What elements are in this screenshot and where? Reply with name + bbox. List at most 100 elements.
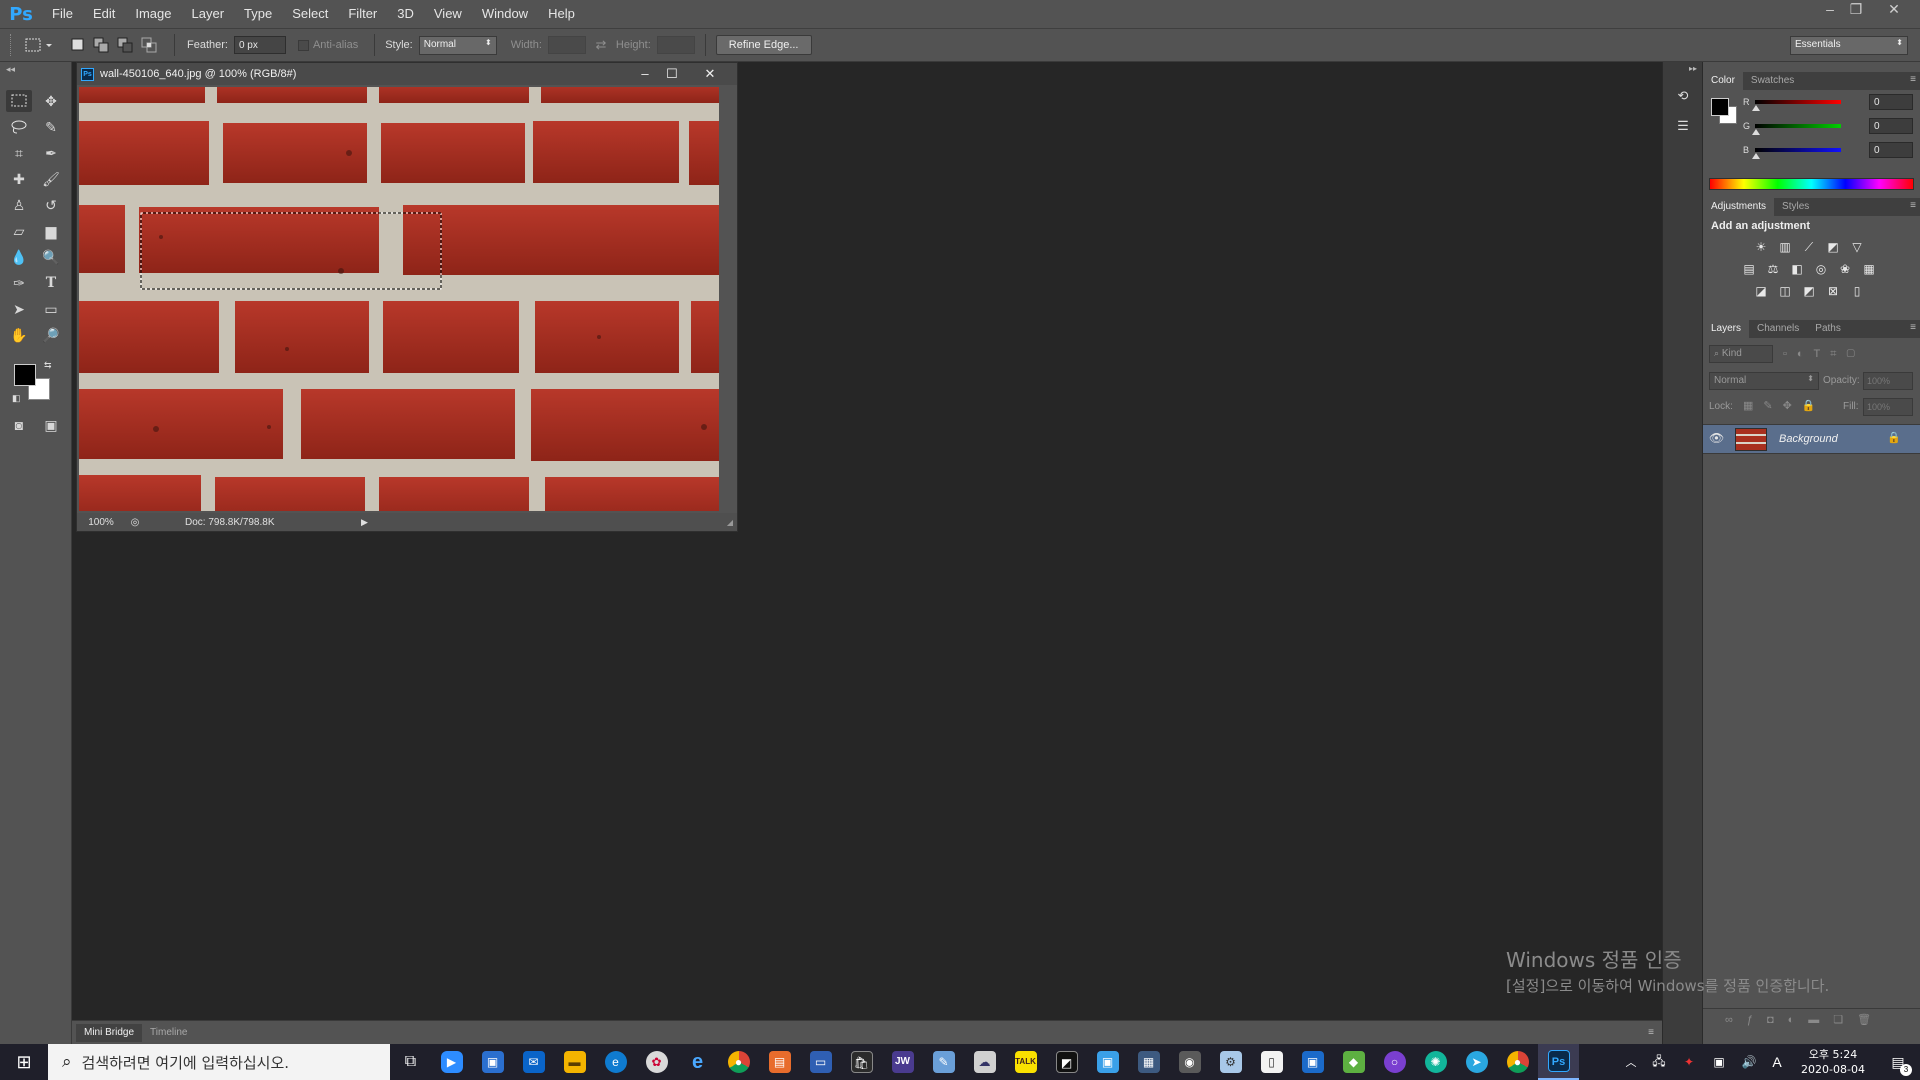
edge-browser-icon[interactable]: e xyxy=(595,1044,636,1080)
tab-adjustments[interactable]: Adjustments xyxy=(1703,198,1775,216)
internet-explorer-icon[interactable]: e xyxy=(677,1044,718,1080)
tray-chevron-icon[interactable]: ︿ xyxy=(1618,1044,1644,1080)
invert-icon[interactable]: ◪ xyxy=(1749,280,1773,302)
pen-tool-icon[interactable]: ✑ xyxy=(6,272,32,294)
menu-type[interactable]: Type xyxy=(234,0,282,28)
dodge-tool-icon[interactable]: 🔍 xyxy=(38,246,64,268)
restore-button[interactable]: ❐ xyxy=(1842,0,1870,20)
g-slider[interactable] xyxy=(1755,124,1841,128)
jw-app-icon[interactable]: JW xyxy=(882,1044,923,1080)
layer-filter-icons[interactable]: ▫◐T⌗▢ xyxy=(1783,348,1865,361)
lasso-tool-icon[interactable] xyxy=(6,116,32,138)
eyedropper-tool-icon[interactable]: ✒ xyxy=(38,142,64,164)
menu-select[interactable]: Select xyxy=(282,0,338,28)
levels-icon[interactable]: ▥ xyxy=(1773,236,1797,258)
exposure-icon[interactable]: ◩ xyxy=(1821,236,1845,258)
lock-options-icons[interactable]: ▦✎✥🔒 xyxy=(1743,399,1826,412)
dock-collapse-icon[interactable]: ▸▸ xyxy=(1689,64,1697,73)
document-icon[interactable]: ▯ xyxy=(1251,1044,1292,1080)
style-select[interactable]: Normal ⬍ xyxy=(418,35,497,55)
clone-stamp-tool-icon[interactable]: ♙ xyxy=(6,194,32,216)
menu-image[interactable]: Image xyxy=(125,0,181,28)
fx-icon[interactable]: ƒ xyxy=(1747,1014,1767,1026)
properties-panel-icon[interactable]: ☰ xyxy=(1671,114,1695,138)
selection-mode-new-icon[interactable] xyxy=(66,34,90,56)
tab-styles[interactable]: Styles xyxy=(1774,198,1817,216)
tab-channels[interactable]: Channels xyxy=(1749,320,1807,338)
r-slider[interactable] xyxy=(1755,100,1841,104)
workspace-select[interactable]: Essentials ⬍ xyxy=(1790,35,1908,55)
vibrance-icon[interactable]: ▽ xyxy=(1845,236,1869,258)
spot-healing-tool-icon[interactable]: ✚ xyxy=(6,168,32,190)
network-icon[interactable]: 🖧 xyxy=(1644,1044,1674,1080)
tab-color[interactable]: Color xyxy=(1703,72,1743,90)
b-slider-thumb[interactable] xyxy=(1752,153,1760,159)
selective-color-icon[interactable]: ⊠ xyxy=(1821,280,1845,302)
windows-start-icon[interactable]: ⊞ xyxy=(0,1044,48,1080)
history-panel-icon[interactable]: ⟲ xyxy=(1671,84,1695,108)
height-input[interactable] xyxy=(656,36,695,54)
tab-timeline[interactable]: Timeline xyxy=(142,1024,195,1042)
antialias-checkbox[interactable] xyxy=(297,39,309,51)
threshold-icon[interactable]: ◩ xyxy=(1797,280,1821,302)
document-maximize-button[interactable]: ☐ xyxy=(661,65,683,83)
menu-edit[interactable]: Edit xyxy=(83,0,125,28)
cloud-app-icon[interactable]: ☁ xyxy=(964,1044,1005,1080)
layer-name[interactable]: Background xyxy=(1779,433,1838,445)
opacity-input[interactable]: 100% xyxy=(1863,372,1913,390)
circle-app-icon[interactable]: ○ xyxy=(1374,1044,1415,1080)
screen-mode-icon[interactable]: ▣ xyxy=(38,414,64,436)
tab-layers[interactable]: Layers xyxy=(1703,320,1750,338)
tray-display-icon[interactable]: ▣ xyxy=(1704,1044,1734,1080)
hue-saturation-icon[interactable]: ▤ xyxy=(1737,258,1761,280)
brush-tool-icon[interactable]: 🖌 xyxy=(38,168,64,190)
notes-app-icon[interactable]: ✎ xyxy=(923,1044,964,1080)
history-brush-tool-icon[interactable]: ↺ xyxy=(38,194,64,216)
color-fg-swatch[interactable] xyxy=(1711,98,1729,116)
document-minimize-button[interactable]: – xyxy=(634,65,656,83)
notification-center-icon[interactable]: ▤ 3 xyxy=(1876,1044,1920,1080)
r-value[interactable] xyxy=(1869,94,1913,110)
fill-input[interactable]: 100% xyxy=(1863,398,1913,416)
menu-help[interactable]: Help xyxy=(538,0,585,28)
brightness-contrast-icon[interactable]: ☀ xyxy=(1749,236,1773,258)
gradient-tool-icon[interactable]: ▆ xyxy=(38,220,64,242)
mail-icon[interactable]: ✉ xyxy=(513,1044,554,1080)
selection-mode-subtract-icon[interactable] xyxy=(114,34,138,56)
zoom-level[interactable]: 100% xyxy=(77,517,125,528)
selection-mode-add-icon[interactable] xyxy=(90,34,114,56)
color-balance-icon[interactable]: ⚖ xyxy=(1761,258,1785,280)
move-tool-icon[interactable]: ✥ xyxy=(38,90,64,112)
pointer-app-icon[interactable]: ➤ xyxy=(1456,1044,1497,1080)
tab-mini-bridge[interactable]: Mini Bridge xyxy=(76,1023,143,1042)
gradient-map-icon[interactable]: ▯ xyxy=(1845,280,1869,302)
photo-filter-icon[interactable]: ◎ xyxy=(1809,258,1833,280)
eraser-tool-icon[interactable]: ▱ xyxy=(6,220,32,242)
marquee-preset-icon[interactable] xyxy=(22,34,56,56)
ime-indicator[interactable]: A xyxy=(1764,1044,1790,1080)
panel-menu-icon[interactable]: ≡ xyxy=(1648,1027,1654,1038)
color-spectrum-ramp[interactable] xyxy=(1709,178,1914,190)
link-layers-icon[interactable]: ∞ xyxy=(1725,1014,1747,1026)
store-icon[interactable]: 🛍 xyxy=(841,1044,882,1080)
kakaotalk-icon[interactable]: TALK xyxy=(1005,1044,1046,1080)
document-titlebar[interactable]: Ps wall-450106_640.jpg @ 100% (RGB/8#) –… xyxy=(77,63,737,85)
feather-input[interactable] xyxy=(233,36,286,54)
brain-app-icon[interactable]: ✺ xyxy=(1415,1044,1456,1080)
new-layer-icon[interactable]: ❏ xyxy=(1833,1014,1857,1026)
camera-icon[interactable]: ◉ xyxy=(1169,1044,1210,1080)
quick-selection-tool-icon[interactable]: ✎ xyxy=(38,116,64,138)
foreground-color-swatch[interactable] xyxy=(14,364,36,386)
layer-row-background[interactable]: 👁 Background 🔒 xyxy=(1703,424,1920,454)
width-input[interactable] xyxy=(547,36,586,54)
hand-tool-icon[interactable]: ✋ xyxy=(6,324,32,346)
status-preview-icon[interactable]: ◎ xyxy=(125,517,145,528)
black-white-icon[interactable]: ◧ xyxy=(1785,258,1809,280)
paint-icon[interactable]: ✿ xyxy=(636,1044,677,1080)
resize-grip-icon[interactable]: ◢ xyxy=(727,518,733,527)
office-app-icon[interactable]: ▤ xyxy=(759,1044,800,1080)
video-app-icon[interactable]: ◩ xyxy=(1046,1044,1087,1080)
type-tool-icon[interactable]: T xyxy=(38,272,64,294)
minimize-button[interactable]: – xyxy=(1816,0,1844,20)
panel-menu-icon[interactable]: ≡ xyxy=(1910,322,1916,333)
